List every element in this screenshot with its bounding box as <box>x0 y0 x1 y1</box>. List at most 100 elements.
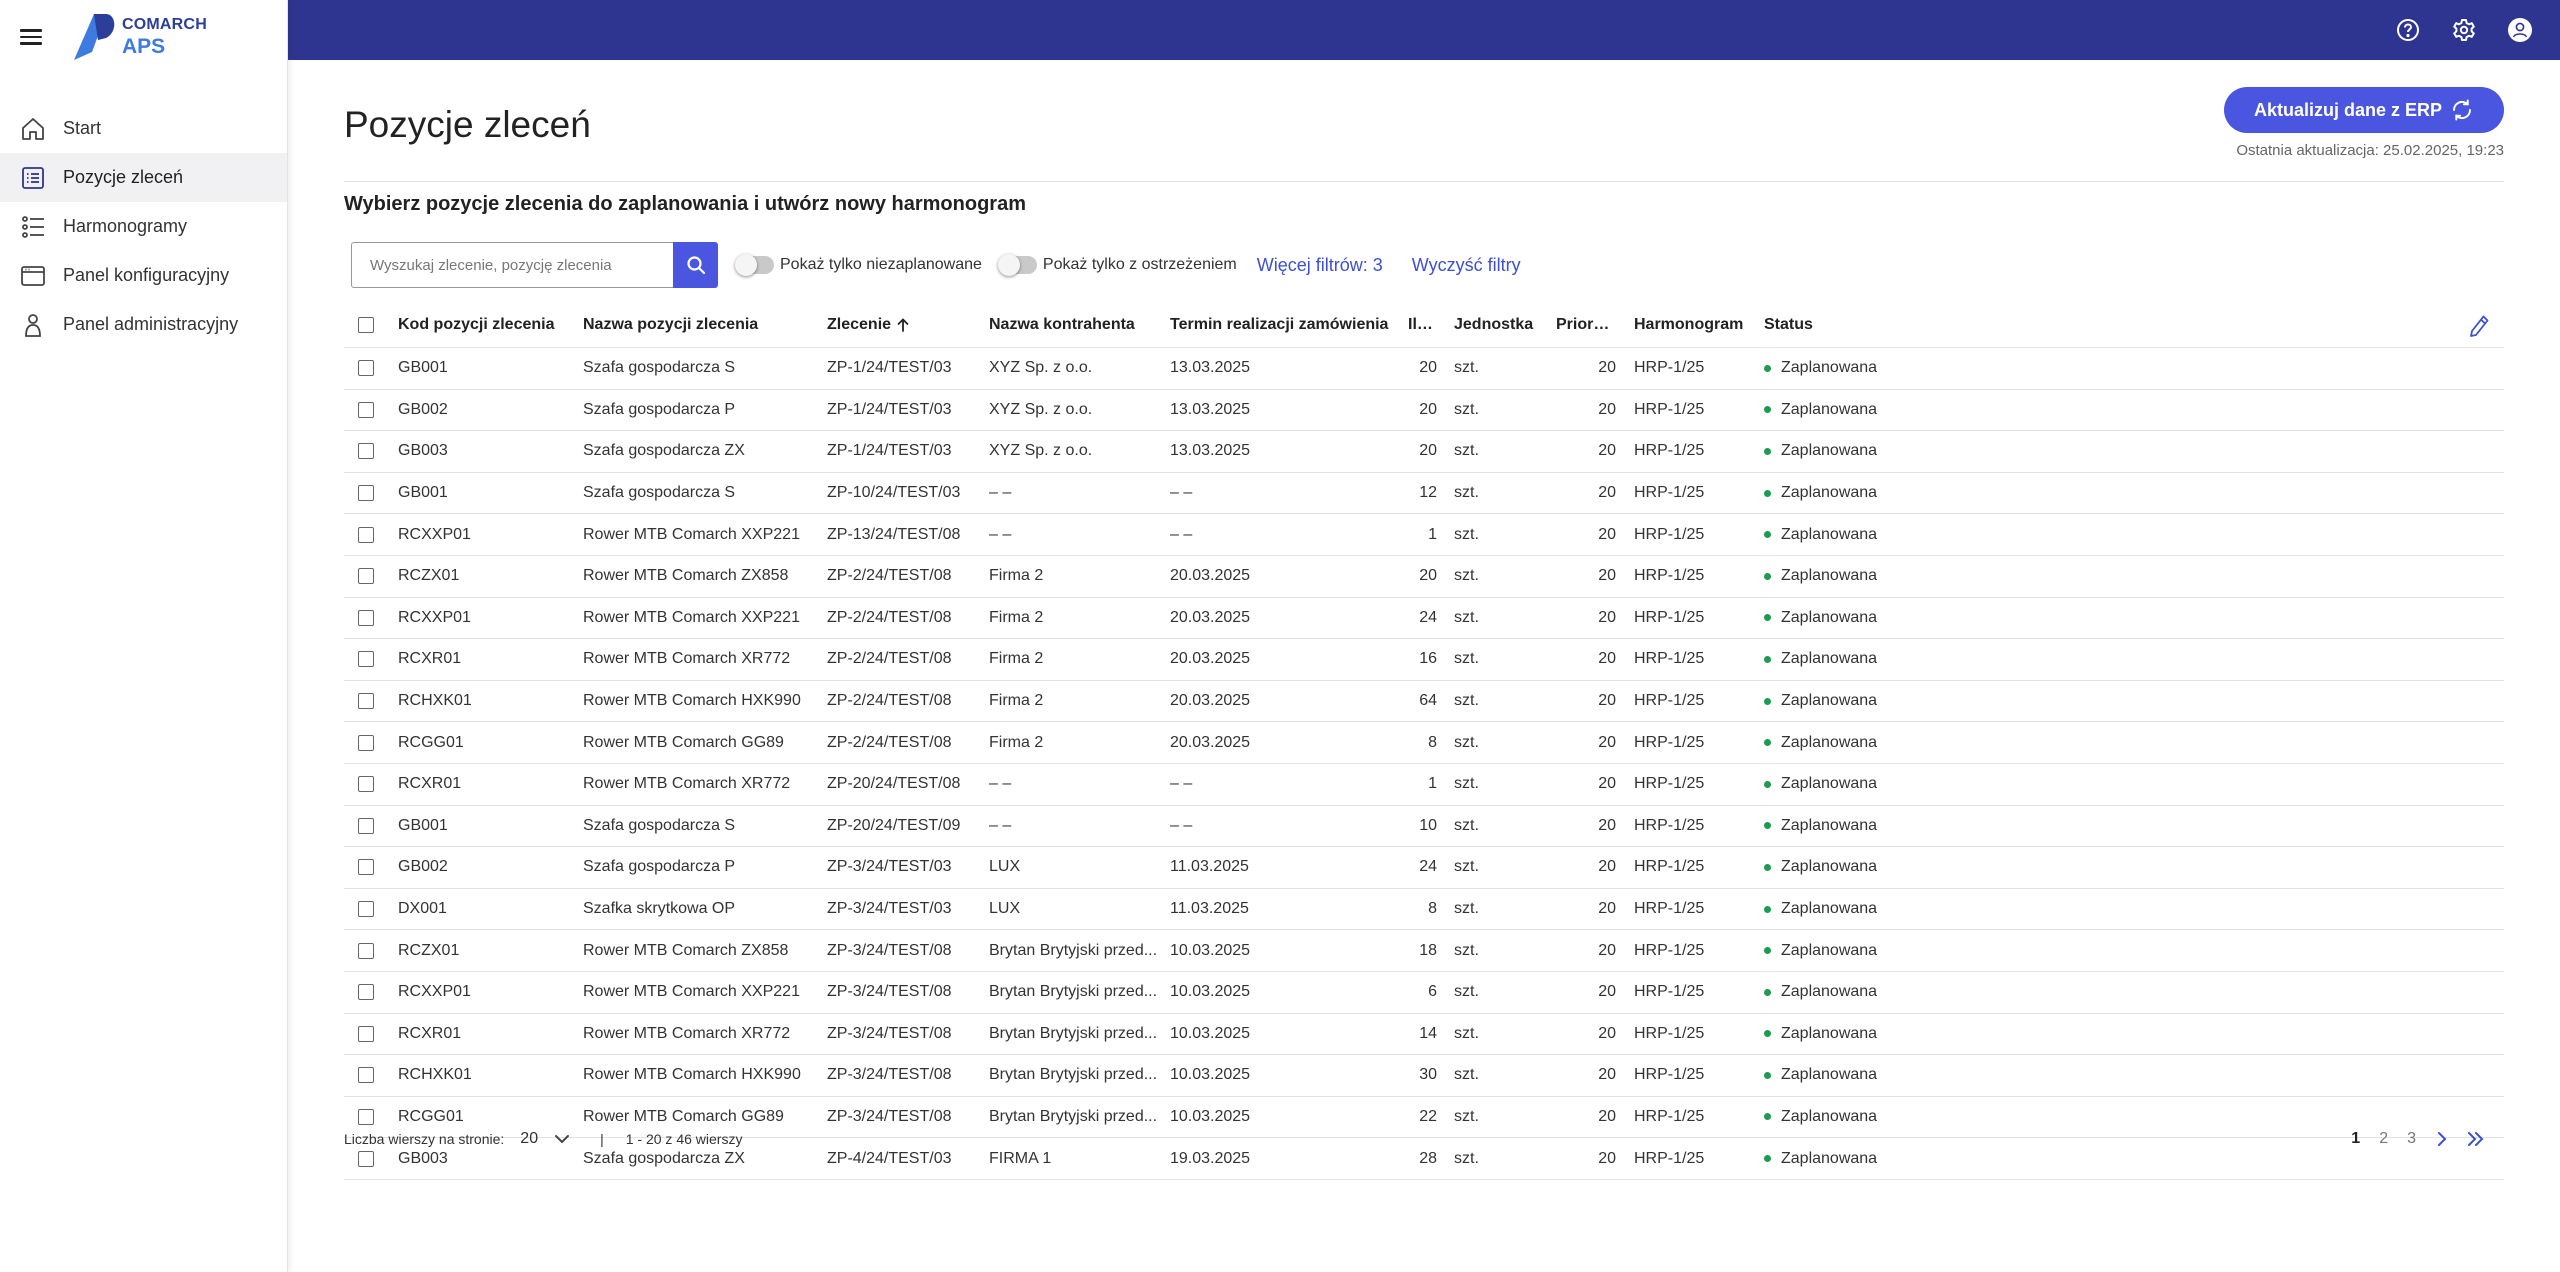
row-checkbox[interactable] <box>358 693 374 710</box>
row-checkbox[interactable] <box>358 651 374 668</box>
row-checkbox[interactable] <box>358 443 374 460</box>
sidebar-item-start[interactable]: Start <box>0 104 287 153</box>
status-dot-icon <box>1764 531 1771 539</box>
table-row[interactable]: RCZX01 Rower MTB Comarch ZX858 ZP-3/24/TES… <box>344 930 2504 972</box>
table-row[interactable]: RCXXP01 Rower MTB Comarch XXP221 ZP-3/24/T… <box>344 972 2504 1014</box>
column-header-name[interactable]: Nazwa pozycji zlecenia <box>583 316 827 334</box>
column-header-code[interactable]: Kod pozycji zlecenia <box>398 316 583 334</box>
table-row[interactable]: RCXXP01 Rower MTB Comarch XXP221 ZP-13/24/… <box>344 514 2504 556</box>
column-header-deadline[interactable]: Termin realizacji zamówienia <box>1170 316 1408 334</box>
sidebar-item-admin-panel[interactable]: Panel administracyjny <box>0 300 287 349</box>
cell-unit: szt. <box>1454 900 1479 918</box>
table-row[interactable]: DX001 Szafka skrytkowa OP ZP-3/24/TEST/03 L… <box>344 889 2504 931</box>
cell-code: RCZX01 <box>398 567 460 585</box>
cell-qty: 1 <box>1428 775 1437 793</box>
column-header-priority[interactable]: Priorytet <box>1556 316 1616 334</box>
next-page-icon[interactable] <box>2436 1131 2448 1147</box>
account-icon[interactable] <box>2506 16 2534 44</box>
status-dot-icon <box>1764 489 1771 497</box>
table-row[interactable]: GB002 Szafa gospodarcza P ZP-3/24/TEST/03 L… <box>344 847 2504 889</box>
cell-code: GB003 <box>398 442 448 460</box>
page-link-1[interactable]: 1 <box>2351 1130 2360 1148</box>
row-checkbox[interactable] <box>358 401 374 418</box>
sidebar-item-schedules[interactable]: Harmonogramy <box>0 202 287 251</box>
cell-priority: 20 <box>1598 692 1616 710</box>
row-checkbox[interactable] <box>358 776 374 793</box>
table-row[interactable]: RCHXK01 Rower MTB Comarch HXK990 ZP-2/24/T… <box>344 681 2504 723</box>
table-row[interactable]: GB001 Szafa gospodarcza S ZP-1/24/TEST/03 X… <box>344 348 2504 390</box>
column-header-qty[interactable]: Ilość <box>1408 316 1437 334</box>
table-row[interactable]: GB002 Szafa gospodarcza P ZP-1/24/TEST/03 X… <box>344 390 2504 432</box>
cell-status: Zaplanowana <box>1764 650 1964 668</box>
unplanned-toggle[interactable] <box>735 254 774 276</box>
table-row[interactable]: RCZX01 Rower MTB Comarch ZX858 ZP-2/24/TES… <box>344 556 2504 598</box>
row-checkbox[interactable] <box>358 1067 374 1084</box>
row-checkbox[interactable] <box>358 817 374 834</box>
cell-deadline: – – <box>1170 484 1193 502</box>
status-dot-icon <box>1764 905 1771 913</box>
select-all-checkbox[interactable] <box>358 317 374 333</box>
cell-order: ZP-1/24/TEST/03 <box>827 442 952 460</box>
column-header-schedule[interactable]: Harmonogram <box>1616 316 1764 334</box>
column-header-contractor[interactable]: Nazwa kontrahenta <box>989 316 1170 334</box>
cell-schedule: HRP-1/25 <box>1634 400 1705 418</box>
sidebar: COMARCH APS Start Pozycje zleceń Harmono… <box>0 0 288 1272</box>
table-row[interactable]: RCXXP01 Rower MTB Comarch XXP221 ZP-2/24/T… <box>344 598 2504 640</box>
settings-icon[interactable] <box>2450 16 2478 44</box>
column-header-status[interactable]: Status <box>1764 316 1964 334</box>
cell-unit: szt. <box>1454 983 1479 1001</box>
cell-qty: 12 <box>1419 484 1437 502</box>
search-input[interactable] <box>351 242 673 288</box>
search-button[interactable] <box>673 242 718 288</box>
page-link-3[interactable]: 3 <box>2407 1130 2416 1148</box>
rows-per-page-select[interactable]: 20 <box>520 1130 570 1148</box>
row-checkbox[interactable] <box>358 485 374 502</box>
table-row[interactable]: GB001 Szafa gospodarcza S ZP-20/24/TEST/09… <box>344 806 2504 848</box>
schedule-list-icon <box>20 214 46 240</box>
sidebar-item-config-panel[interactable]: Panel konfiguracyjny <box>0 251 287 300</box>
update-erp-button[interactable]: Aktualizuj dane z ERP <box>2224 87 2504 133</box>
last-page-icon[interactable] <box>2466 1131 2486 1147</box>
cell-name: Rower MTB Comarch GG89 <box>583 733 784 751</box>
clear-filters-link[interactable]: Wyczyść filtry <box>1412 255 1521 276</box>
cell-schedule: HRP-1/25 <box>1634 900 1705 918</box>
cell-contractor: Brytan Brytyjski przed... <box>989 1024 1158 1042</box>
cell-unit: szt. <box>1454 858 1479 876</box>
table-row[interactable]: GB003 Szafa gospodarcza ZX ZP-1/24/TEST/03… <box>344 431 2504 473</box>
row-checkbox[interactable] <box>358 526 374 543</box>
row-checkbox[interactable] <box>358 901 374 918</box>
cell-status: Zaplanowana <box>1764 817 1964 835</box>
table-row[interactable]: GB001 Szafa gospodarcza S ZP-10/24/TEST/03… <box>344 473 2504 515</box>
row-checkbox[interactable] <box>358 942 374 959</box>
cell-schedule: HRP-1/25 <box>1634 983 1705 1001</box>
cell-unit: szt. <box>1454 400 1479 418</box>
help-icon[interactable] <box>2394 16 2422 44</box>
warning-toggle[interactable] <box>997 254 1037 276</box>
page-link-2[interactable]: 2 <box>2379 1130 2388 1148</box>
cell-order: ZP-1/24/TEST/03 <box>827 400 952 418</box>
row-checkbox[interactable] <box>358 360 374 377</box>
table-row[interactable]: RCHXK01 Rower MTB Comarch HXK990 ZP-3/24/T… <box>344 1055 2504 1097</box>
edit-columns-icon[interactable] <box>2468 314 2490 343</box>
row-checkbox[interactable] <box>358 734 374 751</box>
row-checkbox[interactable] <box>358 984 374 1001</box>
menu-icon[interactable] <box>20 29 42 45</box>
row-checkbox[interactable] <box>358 859 374 876</box>
cell-name: Szafka skrytkowa OP <box>583 900 736 918</box>
row-checkbox[interactable] <box>358 1025 374 1042</box>
logo[interactable]: COMARCH APS <box>72 12 207 62</box>
more-filters-link[interactable]: Więcej filtrów: 3 <box>1257 255 1383 276</box>
column-header-order-label: Zlecenie <box>827 316 892 333</box>
cell-contractor: Brytan Brytyjski przed... <box>989 1066 1158 1084</box>
column-header-unit[interactable]: Jednostka <box>1437 316 1556 334</box>
sidebar-item-order-items[interactable]: Pozycje zleceń <box>0 153 287 202</box>
table-row[interactable]: RCXR01 Rower MTB Comarch XR772 ZP-20/24/TE… <box>344 764 2504 806</box>
row-checkbox[interactable] <box>358 609 374 626</box>
table-row[interactable]: RCXR01 Rower MTB Comarch XR772 ZP-3/24/TES… <box>344 1014 2504 1056</box>
cell-deadline: – – <box>1170 775 1193 793</box>
row-checkbox[interactable] <box>358 568 374 585</box>
column-header-order[interactable]: Zlecenie <box>827 316 989 334</box>
table-row[interactable]: RCGG01 Rower MTB Comarch GG89 ZP-2/24/TEST… <box>344 722 2504 764</box>
cell-unit: szt. <box>1454 692 1479 710</box>
table-row[interactable]: RCXR01 Rower MTB Comarch XR772 ZP-2/24/TES… <box>344 639 2504 681</box>
